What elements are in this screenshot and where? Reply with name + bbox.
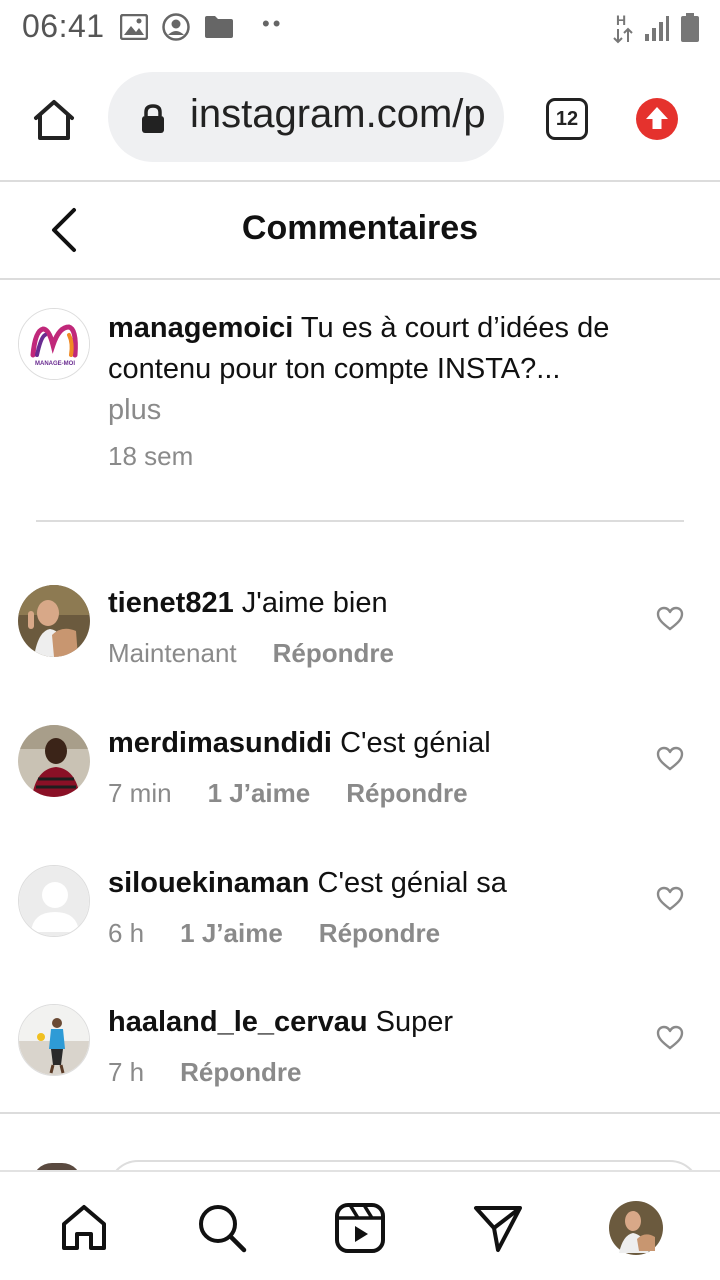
comment-meta: 6 h 1 J’aime Répondre [108,918,440,949]
comment-time: 7 min [108,778,172,808]
browser-toolbar: instagram.com/p 12 [0,62,720,180]
avatar-photo [18,585,90,657]
nav-direct[interactable] [470,1200,526,1256]
svg-text:H: H [616,12,626,28]
comment-username[interactable]: tienet821 [108,587,234,619]
avatar-photo [19,1005,89,1075]
status-system-icons: H [612,12,700,44]
caption-username[interactable]: managemoici [108,312,293,344]
more-dots-icon: •• [262,11,284,36]
avatar[interactable] [18,865,90,937]
comment-meta: Maintenant Répondre [108,638,394,669]
comment-username[interactable]: merdimasundidi [108,727,332,759]
home-icon[interactable] [30,96,78,144]
avatar-photo [18,725,90,797]
comment-text: merdimasundidi C'est génial [108,727,491,760]
caption-more-link[interactable]: plus [108,394,161,426]
home-icon [62,1205,106,1250]
image-notification-icon [120,14,148,40]
heart-icon[interactable] [656,1024,684,1052]
lock-icon [142,104,164,133]
caption-time: 18 sem [108,441,194,471]
reels-icon [335,1203,385,1253]
nav-search[interactable] [194,1200,250,1256]
divider [0,1112,720,1114]
comment-text: silouekinaman C'est génial sa [108,867,507,900]
avatar[interactable] [18,725,90,797]
url-text: instagram.com/p [190,92,486,136]
comment-likes[interactable]: 1 J’aime [208,778,311,809]
managemoi-logo: MANAGE-MOI [19,309,89,379]
post-caption: MANAGE-MOI managemoici Tu es à court d’i… [0,300,720,500]
comment-item: silouekinaman C'est génial sa 6 h 1 J’ai… [0,865,720,985]
battery-icon [681,13,699,42]
direct-message-icon [474,1206,522,1252]
comment-meta: 7 min 1 J’aime Répondre [108,778,468,809]
comment-time: Maintenant [108,638,237,668]
comment-text: haaland_le_cervau Super [108,1006,453,1039]
reply-button[interactable]: Répondre [273,638,394,669]
nav-profile[interactable] [608,1200,664,1256]
comment-item: tienet821 J'aime bien Maintenant Répondr… [0,585,720,705]
comment-text: tienet821 J'aime bien [108,587,388,620]
nav-home[interactable] [56,1200,112,1256]
comment-time: 7 h [108,1057,145,1087]
network-hspa-icon: H [613,12,633,44]
account-circle-icon [162,13,190,41]
reply-button[interactable]: Répondre [319,918,440,949]
comment-username[interactable]: silouekinaman [108,867,309,899]
comment-username[interactable]: haaland_le_cervau [108,1006,368,1038]
comment-body: C'est génial sa [317,867,507,899]
comment-body: Super [375,1006,453,1038]
heart-icon[interactable] [656,605,684,633]
comment-item: haaland_le_cervau Super 7 h Répondre [0,1004,720,1124]
tab-count: 12 [555,107,579,130]
nav-reels[interactable] [332,1200,388,1256]
comment-likes[interactable]: 1 J’aime [180,918,283,949]
comment-meta: 7 h Répondre [108,1057,302,1088]
url-bar[interactable]: instagram.com/p [108,72,504,162]
profile-avatar [609,1201,663,1255]
bottom-navigation [0,1170,720,1280]
avatar[interactable] [18,585,90,657]
svg-text:MANAGE-MOI: MANAGE-MOI [35,361,75,367]
comments-header: Commentaires [0,182,720,278]
reply-button[interactable]: Répondre [346,778,467,809]
avatar[interactable]: MANAGE-MOI [18,308,90,380]
status-bar: 06:41 •• H [0,0,720,56]
comment-time: 6 h [108,918,145,948]
avatar[interactable] [18,1004,90,1076]
comment-item: merdimasundidi C'est génial 7 min 1 J’ai… [0,725,720,845]
signal-icon [645,16,669,41]
status-time: 06:41 [22,8,105,44]
search-icon [199,1205,247,1253]
default-avatar-icon [19,866,89,936]
page-title: Commentaires [241,209,479,247]
heart-icon[interactable] [656,745,684,773]
tabs-button[interactable]: 12 [546,98,588,140]
divider [0,278,720,280]
divider [36,520,684,522]
update-available-icon[interactable] [636,98,678,140]
comment-body: J'aime bien [241,587,388,619]
heart-icon[interactable] [656,885,684,913]
comment-body: C'est génial [340,727,491,759]
reply-button[interactable]: Répondre [180,1057,301,1088]
caption-text: managemoici Tu es à court d’idées de con… [108,308,668,431]
status-notification-icons: •• [120,11,284,41]
folder-icon [205,16,233,38]
